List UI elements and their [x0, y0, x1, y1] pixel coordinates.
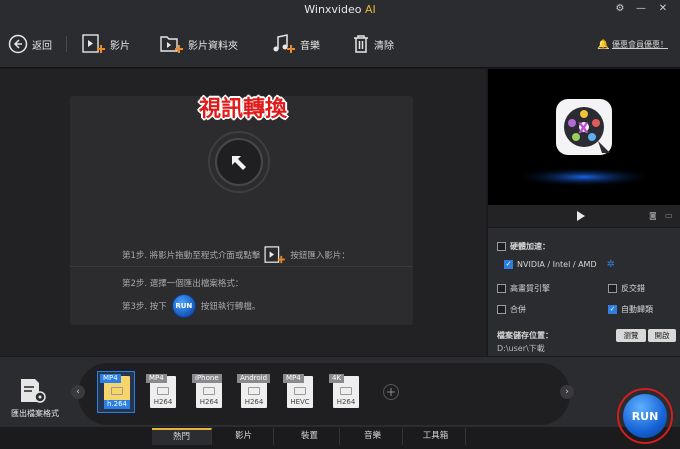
prev-format-arrow-icon[interactable]: ‹ [71, 385, 85, 399]
folder-icon[interactable]: ▭ [665, 211, 673, 220]
clear-button[interactable]: 清除 [352, 32, 394, 56]
film-icon [203, 387, 215, 395]
merge-checkbox[interactable] [497, 305, 506, 314]
tab-music[interactable]: 音樂 [343, 428, 403, 445]
video-label: 影片 [110, 40, 130, 52]
gpu-checkbox[interactable]: ✓ [504, 260, 513, 269]
gpu-option[interactable]: ✓ NVIDIA / Intel / AMD ✲ [504, 259, 615, 270]
add-format-icon[interactable]: + [383, 384, 399, 400]
add-folder-button[interactable]: 影片資料夾 [160, 32, 238, 56]
step-1: 第1步. 將影片拖動至程式介面或點擊 按鈕匯入影片： [122, 246, 350, 264]
close-icon[interactable]: ✕ [656, 2, 670, 16]
bell-icon: 🔔 [597, 39, 609, 50]
hw-accel-checkbox[interactable] [497, 242, 506, 251]
winxvideo-logo-icon: X [514, 99, 654, 187]
back-label: 返回 [32, 40, 52, 52]
film-icon [340, 387, 352, 395]
title-bar: Winxvideo AI ⚙ — ✕ [0, 0, 680, 20]
format-preset[interactable]: iPhone H264 [190, 372, 226, 412]
toolbar-divider [66, 36, 67, 52]
output-format-label: 匯出檔案格式 [11, 409, 59, 418]
format-preset[interactable]: MP4 HEVC [281, 372, 317, 412]
auto-rename-option[interactable]: ✓ 自動歸類 [608, 304, 653, 315]
tab-popular[interactable]: 熱門 [152, 428, 212, 445]
film-icon [157, 387, 169, 395]
output-path: D:\user\下載 [497, 344, 545, 353]
hq-engine-option[interactable]: 高畫質引擎 [497, 283, 550, 294]
gear-icon[interactable]: ✲ [607, 259, 615, 270]
auto-rename-checkbox[interactable]: ✓ [608, 305, 617, 314]
step-divider [70, 266, 413, 267]
music-label: 音樂 [300, 40, 320, 52]
hq-engine-checkbox[interactable] [497, 284, 506, 293]
output-folder-label: 檔案儲存位置： [497, 331, 553, 340]
add-music-button[interactable]: 音樂 [272, 32, 320, 56]
tab-video[interactable]: 影片 [214, 428, 274, 445]
folder-label: 影片資料夾 [188, 40, 238, 52]
open-button[interactable]: 開啟 [648, 329, 676, 342]
film-icon [248, 387, 260, 395]
camera-icon[interactable]: ◙ [649, 211, 657, 220]
run-mini-icon: RUN [171, 294, 196, 318]
format-preset[interactable]: MP4 H264 [144, 372, 180, 412]
trash-icon [354, 35, 368, 53]
svg-text:X: X [578, 121, 589, 137]
film-icon [294, 387, 306, 395]
add-video-icon [82, 34, 105, 53]
music-note-icon [273, 34, 295, 53]
back-button[interactable]: 返回 [8, 32, 52, 56]
next-format-arrow-icon[interactable]: › [560, 385, 574, 399]
add-video-icon[interactable] [264, 246, 286, 264]
hw-accel-option[interactable]: 硬體加速： [497, 241, 550, 252]
tab-device[interactable]: 裝置 [280, 428, 340, 445]
page-title: 視訊轉換 [198, 97, 287, 122]
minimize-icon[interactable]: — [634, 2, 648, 16]
deinterlace-option[interactable]: 反交錯 [608, 283, 645, 294]
film-icon [111, 387, 123, 395]
promo-label: 優惠會員優惠！ [612, 40, 668, 49]
video-preview: X [488, 69, 680, 205]
step-3: 第3步. 按下 RUN 按鈕執行轉檔。 [122, 294, 260, 318]
browse-button[interactable]: 瀏覽 [616, 329, 646, 342]
add-video-button[interactable]: 影片 [82, 32, 130, 56]
clear-label: 清除 [374, 40, 394, 52]
step-2: 第2步. 選擇一個匯出檔案格式： [122, 279, 244, 289]
deinterlace-checkbox[interactable] [608, 284, 617, 293]
run-button-ring: RUN [617, 388, 673, 444]
back-arrow-icon [8, 34, 28, 54]
main-toolbar: 返回 影片 影片資料夾 音樂 清除 🔔 優惠會員優惠！ [0, 20, 680, 68]
format-preset[interactable]: MP4 h.264 [97, 371, 135, 413]
window-title: Winxvideo AI [304, 3, 376, 16]
run-button[interactable]: RUN [623, 394, 667, 438]
promo-link[interactable]: 🔔 優惠會員優惠！ [598, 39, 668, 50]
play-icon[interactable] [577, 211, 585, 221]
merge-option[interactable]: 合併 [497, 304, 526, 315]
output-format-icon[interactable] [19, 378, 47, 407]
settings-gear-icon[interactable]: ⚙ [613, 2, 627, 16]
video-folder-icon [160, 36, 183, 53]
format-preset[interactable]: 4K H264 [327, 372, 363, 412]
format-preset[interactable]: Android H264 [235, 372, 271, 412]
category-tabs [0, 427, 680, 449]
drag-arrow-icon [232, 156, 246, 170]
tab-toolbox[interactable]: 工具箱 [406, 428, 466, 445]
